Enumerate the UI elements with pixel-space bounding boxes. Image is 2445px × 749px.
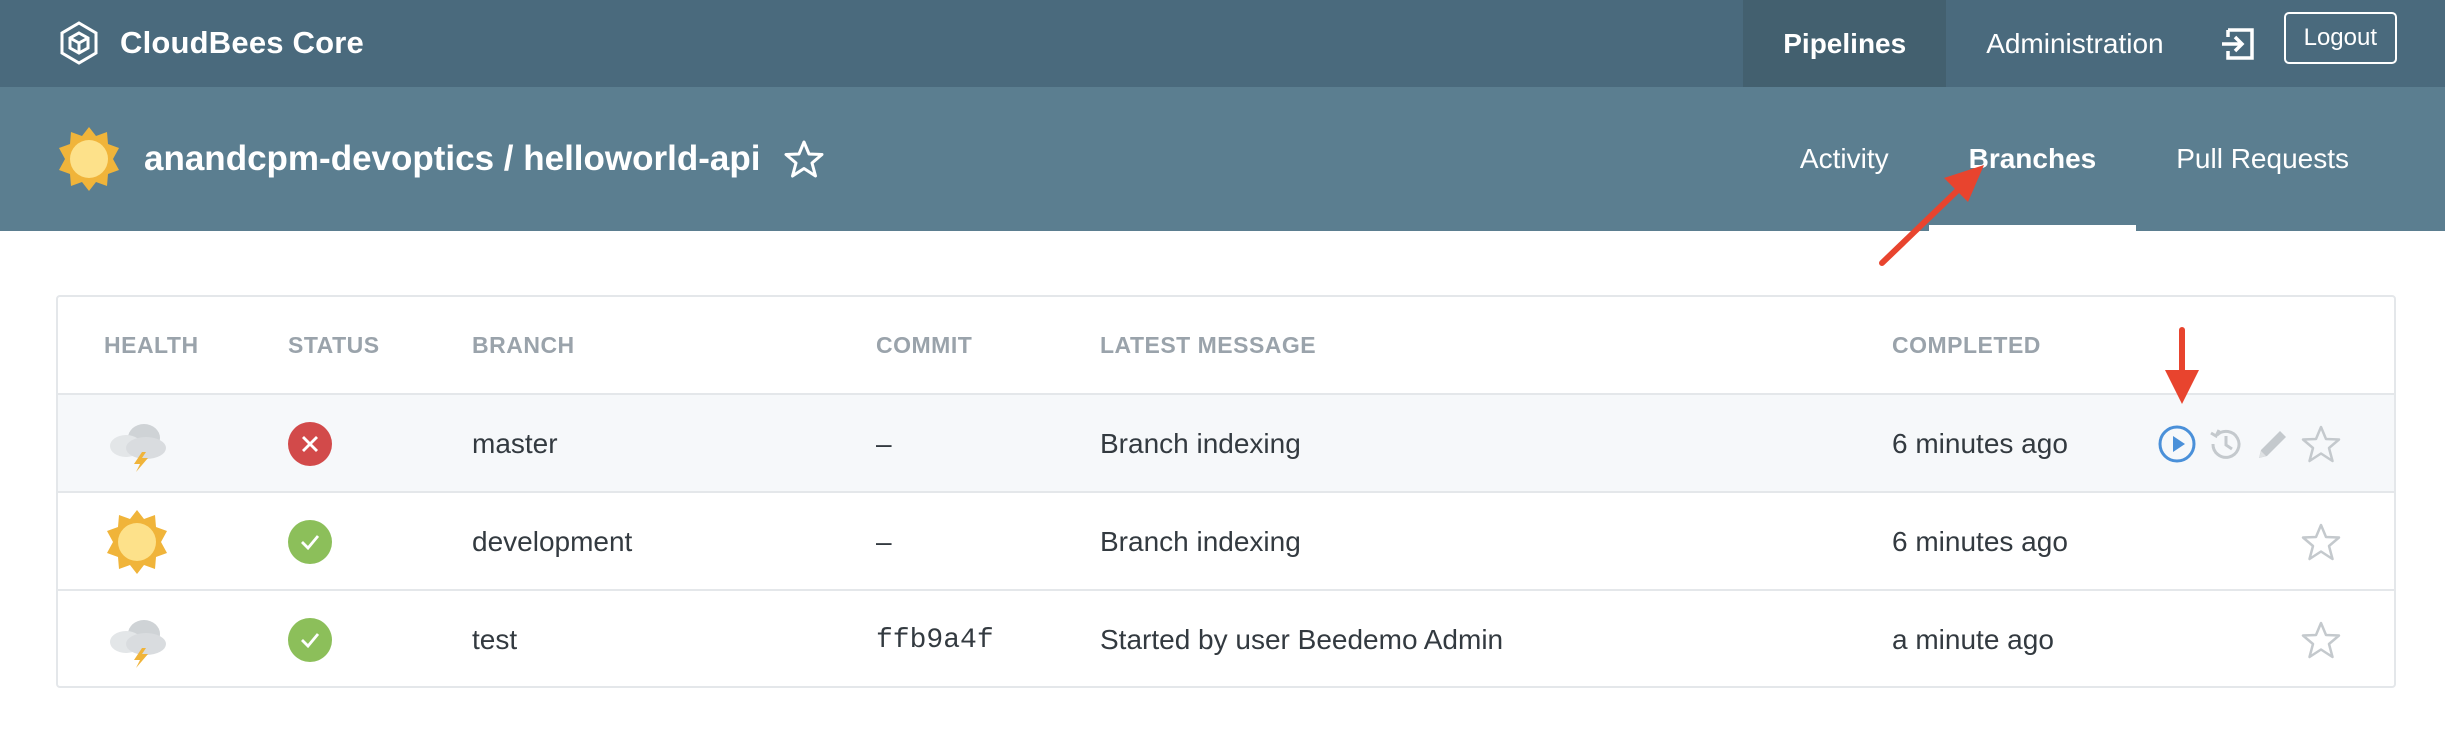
brand[interactable]: CloudBees Core — [56, 16, 364, 70]
completed-time: 6 minutes ago — [1892, 428, 2068, 459]
top-nav: Pipelines Administration Logout — [1743, 0, 2445, 87]
branch-name: master — [472, 428, 558, 459]
column-latest-message: LATEST MESSAGE — [1100, 331, 1317, 358]
commit-id: – — [876, 526, 892, 557]
column-branch: BRANCH — [472, 331, 575, 358]
star-icon[interactable] — [2300, 521, 2342, 563]
stormy-weather-icon — [110, 424, 166, 472]
column-commit: COMMIT — [876, 331, 973, 358]
nav-administration[interactable]: Administration — [1946, 0, 2203, 87]
favorite-star-icon[interactable] — [784, 139, 824, 179]
star-icon[interactable] — [2300, 423, 2342, 465]
column-health: HEALTH — [104, 331, 199, 358]
column-completed: COMPLETED — [1892, 331, 2041, 358]
top-navigation-bar: CloudBees Core Pipelines Administration … — [0, 0, 2445, 87]
tab-pull-requests[interactable]: Pull Requests — [2136, 87, 2389, 231]
pipeline-title-group: anandcpm-devoptics / helloworld-api — [56, 125, 824, 193]
tab-activity[interactable]: Activity — [1760, 87, 1929, 231]
sunny-weather-icon — [107, 510, 167, 574]
cloudbees-logo-icon — [60, 21, 98, 65]
branch-name: development — [472, 526, 633, 557]
edit-icon[interactable] — [2252, 423, 2294, 465]
latest-message: Branch indexing — [1100, 526, 1301, 557]
column-status: STATUS — [288, 331, 380, 358]
table-row[interactable]: master – Branch indexing 6 minutes ago — [58, 395, 2394, 493]
tab-branches[interactable]: Branches — [1928, 87, 2137, 231]
branch-name: test — [472, 624, 518, 655]
latest-message: Branch indexing — [1100, 428, 1301, 459]
status-failed-icon — [288, 422, 332, 466]
table-row[interactable]: test ffb9a4f Started by user Beedemo Adm… — [58, 591, 2394, 689]
commit-id[interactable]: ffb9a4f — [876, 591, 994, 689]
pipeline-title: anandcpm-devoptics / helloworld-api — [144, 139, 761, 178]
table-row[interactable]: development – Branch indexing 6 minutes … — [58, 493, 2394, 591]
exit-to-classic-icon[interactable] — [2204, 0, 2284, 87]
nav-pipelines[interactable]: Pipelines — [1743, 0, 1947, 87]
commit-id: – — [876, 428, 892, 459]
status-success-icon — [288, 520, 332, 564]
pipeline-header: anandcpm-devoptics / helloworld-api Acti… — [0, 87, 2445, 231]
sunny-weather-icon — [59, 127, 119, 191]
branches-table: HEALTH STATUS BRANCH COMMIT LATEST MESSA… — [56, 295, 2396, 688]
table-header: HEALTH STATUS BRANCH COMMIT LATEST MESSA… — [58, 297, 2394, 395]
latest-message: Started by user Beedemo Admin — [1100, 624, 1504, 655]
logout-button[interactable]: Logout — [2283, 12, 2397, 64]
completed-time: a minute ago — [1892, 624, 2054, 655]
completed-time: 6 minutes ago — [1892, 526, 2068, 557]
history-icon[interactable] — [2204, 423, 2246, 465]
star-icon[interactable] — [2300, 619, 2342, 661]
status-success-icon — [288, 618, 332, 662]
pipeline-tabs: Activity Branches Pull Requests — [1760, 87, 2389, 231]
stormy-weather-icon — [110, 620, 166, 668]
run-icon[interactable] — [2156, 423, 2198, 465]
brand-name: CloudBees Core — [120, 25, 364, 60]
